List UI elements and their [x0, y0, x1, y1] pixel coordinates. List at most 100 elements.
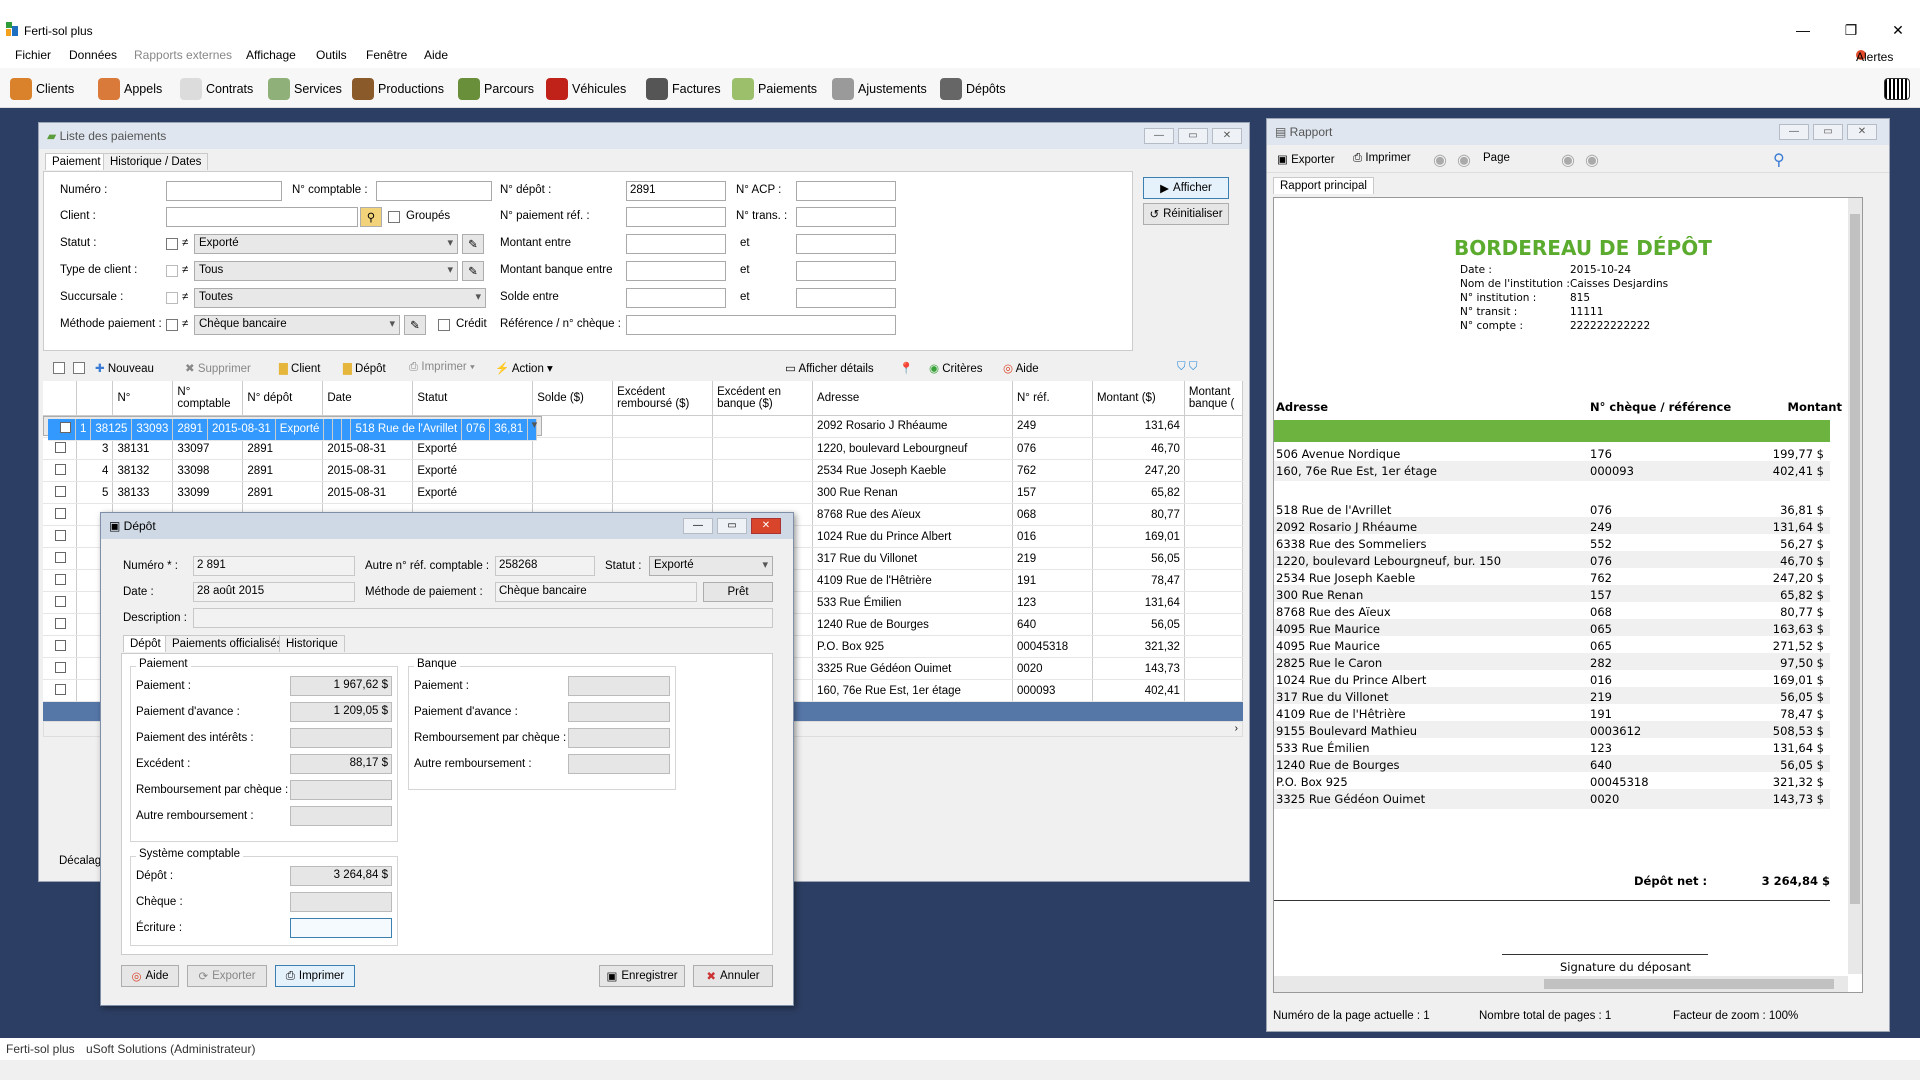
row-checkbox[interactable] [55, 639, 66, 651]
col-no[interactable]: N° [112, 381, 174, 416]
statut-checkbox[interactable] [166, 238, 178, 250]
annuler-button[interactable]: ✖ Annuler [693, 965, 773, 987]
n-paiement-ref-input[interactable] [626, 207, 726, 227]
tab-paiement[interactable]: Paiement [45, 153, 108, 170]
statut-edit-button[interactable]: ✎ [462, 234, 484, 254]
nouveau-button[interactable]: ✚ Nouveau [95, 361, 154, 375]
toolbar-appels[interactable]: Appels [98, 76, 162, 102]
groupes-checkbox[interactable] [388, 211, 400, 223]
supprimer-button[interactable]: ✖ Supprimer [185, 361, 251, 375]
exporter-button[interactable]: ⟳ Exporter [187, 965, 267, 987]
prev-page-icon[interactable]: ◉ [1457, 150, 1471, 170]
tab-historique[interactable]: Historique [279, 635, 345, 652]
imprimer-button[interactable]: ⎙ Imprimer ▾ [409, 361, 475, 374]
dialog-maximize-button[interactable]: ▭ [717, 518, 747, 534]
toolbar-contrats[interactable]: Contrats [180, 76, 253, 102]
col-excedent-rembourse[interactable]: Excédent remboursé ($) [612, 381, 714, 416]
report-hscrollbar[interactable] [1274, 976, 1848, 992]
montant-max-input[interactable] [796, 234, 896, 254]
dialog-close-button[interactable]: ✕ [751, 518, 781, 534]
toolbar-vehicules[interactable]: Véhicules [546, 76, 626, 102]
statut-select[interactable]: Exporté [649, 556, 773, 576]
statut-select[interactable]: Exporté [194, 234, 458, 254]
col-montant[interactable]: Montant ($) [1092, 381, 1185, 416]
menu-affichage[interactable]: Affichage [246, 48, 296, 62]
toolbar-depots[interactable]: Dépôts [940, 76, 1006, 102]
row-checkbox[interactable] [55, 617, 66, 629]
row-checkbox[interactable] [55, 463, 66, 475]
col-excedent-banque[interactable]: Excédent en banque ($) [712, 381, 814, 416]
solde-max-input[interactable] [796, 288, 896, 308]
montant-min-input[interactable] [626, 234, 726, 254]
montant-banque-min-input[interactable] [626, 261, 726, 281]
report-export-button[interactable]: ▣ Exporter [1277, 152, 1335, 166]
succursale-select[interactable]: Toutes [194, 288, 486, 308]
toolbar-paiements[interactable]: Paiements [732, 76, 817, 102]
tab-rapport-principal[interactable]: Rapport principal [1273, 177, 1374, 194]
minimize-button[interactable]: — [1788, 18, 1818, 42]
methode-field[interactable]: Chèque bancaire [495, 582, 697, 602]
row-checkbox[interactable] [55, 485, 66, 497]
client-button[interactable]: ▇ Client [279, 361, 320, 375]
description-field[interactable] [193, 608, 773, 628]
n-trans-input[interactable] [796, 207, 896, 227]
window-maximize-button[interactable]: ▭ [1178, 128, 1208, 144]
n-acp-input[interactable] [796, 181, 896, 201]
row-checkbox[interactable] [55, 529, 66, 541]
aide-button[interactable]: ◎ Aide [121, 965, 179, 987]
menu-fichier[interactable]: Fichier [15, 48, 51, 62]
window-close-button[interactable]: ✕ [1847, 124, 1877, 140]
menu-rapports-externes[interactable]: Rapports externes [134, 48, 232, 62]
action-button[interactable]: ⚡ Action ▾ [495, 361, 553, 375]
close-button[interactable]: ✕ [1883, 18, 1913, 42]
criteres-button[interactable]: ◉ Critères [929, 361, 983, 375]
col-no-comptable[interactable]: N° comptable [172, 381, 244, 416]
numero-field[interactable]: 2 891 [193, 556, 355, 576]
toolbar-factures[interactable]: Factures [646, 76, 721, 102]
col-solde[interactable]: Solde ($) [532, 381, 614, 416]
last-page-icon[interactable]: ◉ [1585, 150, 1599, 170]
col-no-ref[interactable]: N° réf. [1012, 381, 1093, 416]
filter-button[interactable]: ⛉ ⛉ [1177, 361, 1197, 374]
maximize-button[interactable]: ❐ [1836, 18, 1866, 42]
report-vscrollbar[interactable] [1848, 198, 1862, 974]
systeme-ecriture-field[interactable] [290, 918, 392, 938]
col-no-depot[interactable]: N° dépôt [242, 381, 324, 416]
col-adresse[interactable]: Adresse [812, 381, 1013, 416]
toolbar-services[interactable]: Services [268, 76, 342, 102]
row-checkbox[interactable] [55, 551, 66, 563]
uncheck-all-checkbox[interactable] [73, 362, 85, 374]
window-minimize-button[interactable]: — [1779, 124, 1809, 140]
toolbar-ajustements[interactable]: Ajustements [832, 76, 927, 102]
tab-historique-dates[interactable]: Historique / Dates [103, 153, 209, 170]
col-date[interactable]: Date [322, 381, 414, 416]
autre-ref-field[interactable]: 258268 [495, 556, 595, 576]
table-row[interactable]: 1 38125 33093 2891 2015-08-31 Exporté 518 Rue … [43, 415, 543, 441]
succursale-checkbox[interactable] [166, 292, 178, 304]
col-montant-banque[interactable]: Montant banque ( [1184, 381, 1243, 416]
tab-depot[interactable]: Dépôt [123, 635, 168, 652]
dialog-minimize-button[interactable]: — [683, 518, 713, 534]
depot-button[interactable]: ▇ Dépôt [343, 361, 386, 375]
toolbar-clients[interactable]: Clients [10, 76, 74, 102]
methode-edit-button[interactable]: ✎ [404, 315, 426, 335]
table-row[interactable]: 4 38132 33098 2891 2015-08-31 Exporté 2534 Rue… [43, 459, 1243, 482]
window-minimize-button[interactable]: — [1144, 128, 1174, 144]
scroll-right-icon[interactable]: › [1235, 723, 1238, 734]
row-checkbox[interactable] [55, 595, 66, 607]
menu-outils[interactable]: Outils [316, 48, 347, 62]
scroll-thumb[interactable] [1544, 979, 1834, 989]
type-client-checkbox[interactable] [166, 265, 178, 277]
barcode-button[interactable] [1884, 76, 1910, 102]
table-row[interactable]: 5 38133 33099 2891 2015-08-31 Exporté 300 Rue … [43, 481, 1243, 504]
row-checkbox[interactable] [55, 683, 66, 695]
scroll-thumb[interactable] [1850, 214, 1860, 904]
solde-min-input[interactable] [626, 288, 726, 308]
row-checkbox[interactable] [60, 422, 71, 434]
reference-input[interactable] [626, 315, 896, 335]
row-checkbox[interactable] [55, 507, 66, 519]
client-input[interactable] [166, 207, 358, 227]
report-print-button[interactable]: ⎙ Imprimer [1353, 152, 1411, 165]
n-comptable-input[interactable] [376, 181, 492, 201]
client-search-button[interactable]: ⚲ [360, 207, 382, 227]
